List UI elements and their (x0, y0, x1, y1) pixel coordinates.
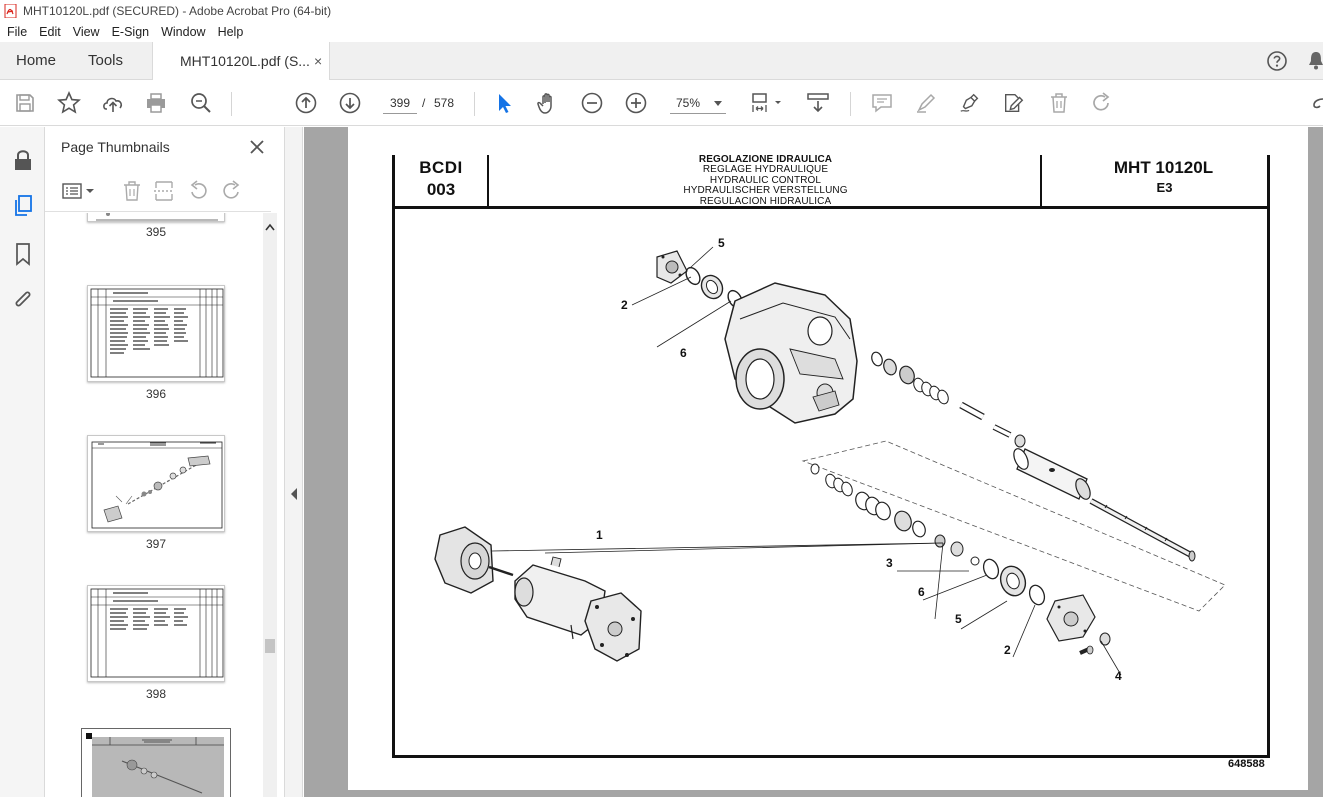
header-section-code: BCDI 003 (392, 155, 489, 209)
page-thumbnails-panel: Page Thumbnails 395 396 397 398 (45, 127, 285, 797)
thumbnail-label: 398 (145, 687, 167, 701)
toolbar-divider (850, 92, 851, 116)
zoom-search-icon[interactable] (189, 91, 213, 115)
total-pages: 578 (434, 96, 455, 110)
callout-5-top: 5 (718, 236, 725, 250)
window-title: MHT10120L.pdf (SECURED) - Adobe Acrobat … (23, 4, 332, 18)
model-variant: E3 (1156, 180, 1173, 195)
pdf-page: BCDI 003 REGOLAZIONE IDRAULICA REGLAGE H… (348, 127, 1308, 790)
header-model: MHT 10120L E3 (1044, 155, 1270, 209)
scroll-mode-icon[interactable] (805, 91, 831, 115)
chevron-up-icon[interactable] (265, 223, 275, 231)
tab-bar: Home Tools MHT10120L.pdf (S... × (0, 42, 1323, 80)
page-down-icon[interactable] (338, 91, 362, 115)
rotate-left-icon[interactable] (187, 179, 209, 203)
help-icon[interactable] (1266, 50, 1288, 72)
zoom-level-select[interactable]: 75% (670, 92, 726, 114)
tab-close-icon[interactable]: × (314, 53, 322, 69)
thumbnail-label: 395 (145, 225, 167, 239)
page-thumbnail[interactable] (87, 285, 225, 382)
page-number-input[interactable]: 399 (383, 92, 417, 114)
document-viewport[interactable]: BCDI 003 REGOLAZIONE IDRAULICA REGLAGE H… (304, 127, 1323, 797)
header-titles: REGOLAZIONE IDRAULICA REGLAGE HYDRAULIQU… (491, 154, 1042, 209)
redo-icon[interactable] (1090, 91, 1114, 115)
select-cursor-icon[interactable] (492, 91, 516, 115)
callout-6-bottom: 6 (918, 585, 925, 599)
rotate-right-icon[interactable] (221, 179, 243, 203)
navigation-rail (0, 127, 45, 797)
attachments-icon[interactable] (11, 288, 35, 312)
menu-edit[interactable]: Edit (32, 25, 66, 39)
menu-esign[interactable]: E-Sign (105, 25, 155, 39)
options-menu-icon[interactable] (61, 181, 97, 201)
toolbar-divider (231, 92, 232, 116)
panel-collapse-handle[interactable] (285, 127, 303, 797)
section-code: BCDI (419, 158, 463, 177)
extract-page-icon[interactable] (153, 179, 175, 203)
tab-tools[interactable]: Tools (88, 52, 123, 69)
tab-document[interactable]: MHT10120L.pdf (S... × (152, 42, 330, 80)
page-separator: / (422, 96, 426, 110)
section-number: 003 (426, 180, 456, 199)
callout-2-bottom: 2 (1004, 643, 1011, 657)
chevron-down-icon (714, 101, 722, 106)
bookmark-star-icon[interactable] (57, 91, 81, 115)
notifications-icon[interactable] (1307, 50, 1323, 72)
share-link-icon[interactable] (1309, 91, 1323, 115)
exploded-parts-drawing: 5 2 6 1 3 6 5 2 4 (434, 236, 1226, 683)
tab-home[interactable]: Home (16, 52, 56, 69)
chevron-left-icon (291, 488, 297, 500)
save-icon[interactable] (13, 91, 37, 115)
page-thumbnails-icon[interactable] (11, 194, 35, 218)
thumbnail-list: 395 396 397 398 (45, 213, 263, 797)
thumbnail-label: 397 (145, 537, 167, 551)
zoom-out-icon[interactable] (580, 91, 604, 115)
menu-help[interactable]: Help (211, 25, 249, 39)
close-icon[interactable] (247, 137, 267, 157)
print-icon[interactable] (144, 91, 168, 115)
title-bar: MHT10120L.pdf (SECURED) - Adobe Acrobat … (0, 0, 1323, 22)
callout-2-top: 2 (621, 298, 628, 312)
tab-document-label: MHT10120L.pdf (S... (180, 53, 310, 69)
panel-toolbar (45, 169, 271, 212)
callout-6-top: 6 (680, 346, 687, 360)
page-display-icon[interactable] (750, 91, 784, 115)
delete-icon[interactable] (1047, 91, 1071, 115)
zoom-in-icon[interactable] (624, 91, 648, 115)
edit-pdf-icon[interactable] (1002, 91, 1026, 115)
callout-3: 3 (886, 556, 893, 570)
sign-pen-icon[interactable] (958, 91, 982, 115)
model-name: MHT 10120L (1113, 158, 1214, 177)
panel-title: Page Thumbnails (61, 139, 170, 155)
menu-view[interactable]: View (66, 25, 105, 39)
callout-1: 1 (596, 528, 603, 542)
upload-cloud-icon[interactable] (101, 91, 125, 115)
toolbar-divider (474, 92, 475, 116)
hand-tool-icon[interactable] (536, 91, 560, 115)
bookmarks-icon[interactable] (11, 242, 35, 266)
page-thumbnail[interactable] (87, 213, 225, 222)
callout-4: 4 (1115, 669, 1122, 683)
page-thumbnail[interactable] (87, 585, 225, 682)
lock-icon[interactable] (11, 148, 35, 172)
callout-5-bottom: 5 (955, 612, 962, 626)
highlight-pen-icon[interactable] (914, 91, 938, 115)
menu-file[interactable]: File (0, 25, 32, 39)
drawing-code: 648588 (1228, 758, 1265, 770)
comment-icon[interactable] (870, 91, 894, 115)
menu-bar: File Edit View E-Sign Window Help (0, 22, 1323, 42)
thumbnail-label: 396 (145, 387, 167, 401)
zoom-level-value: 75% (676, 96, 701, 110)
thumbnail-scrollbar[interactable] (263, 213, 277, 797)
scrollbar-thumb[interactable] (265, 639, 275, 653)
menu-window[interactable]: Window (154, 25, 210, 39)
page-thumbnail[interactable] (87, 435, 225, 532)
page-thumbnail-current[interactable] (81, 728, 231, 797)
delete-page-icon[interactable] (121, 179, 143, 203)
page-up-icon[interactable] (294, 91, 318, 115)
main-toolbar: 399 / 578 75% (0, 81, 1323, 126)
acrobat-icon (4, 4, 17, 18)
